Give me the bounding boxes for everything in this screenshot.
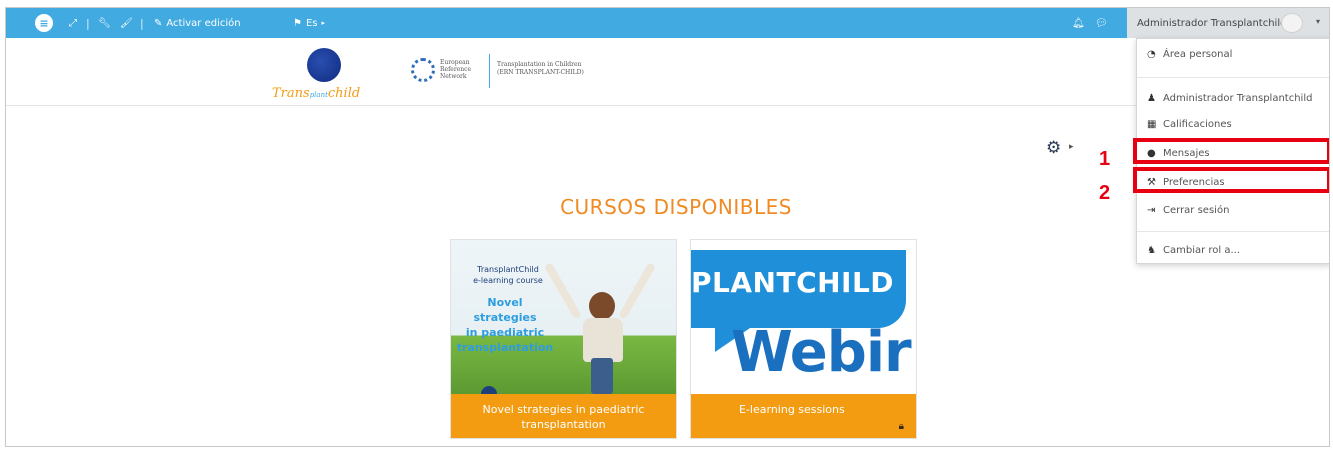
section-title: CURSOS DISPONIBLES: [560, 195, 792, 219]
flag-icon: ⚑: [293, 17, 302, 29]
ern-logo-text: European Reference Network: [440, 59, 472, 80]
annotation-label-1: 1: [1099, 148, 1111, 170]
annotation-box-1: [1133, 138, 1329, 164]
user-menu-button[interactable]: Administrador Transplantchild ▾: [1127, 8, 1329, 38]
edit-mode-label: Activar edición: [166, 17, 241, 29]
menu-item-grades[interactable]: ▦ Calificaciones: [1137, 111, 1329, 137]
annotation-label-2: 2: [1099, 182, 1111, 204]
gear-caret[interactable]: ▸: [1069, 142, 1074, 152]
course-image-word: Webir: [731, 320, 912, 385]
course-image-title: PLANTCHILD: [691, 266, 895, 299]
divider: [1137, 231, 1329, 232]
annotation-box-2: [1133, 167, 1329, 193]
divider: |: [86, 16, 90, 30]
language-label: Es: [305, 17, 318, 29]
dashboard-icon: ◔: [1147, 48, 1156, 60]
chevron-down-icon: ▾: [1315, 17, 1320, 26]
logo-divider: [489, 54, 490, 88]
menu-item-switch-role[interactable]: ♞ Cambiar rol a...: [1137, 237, 1329, 263]
divider: [1137, 77, 1329, 78]
course-image-title: Novel strategies in paediatric transplan…: [456, 296, 554, 354]
course-card[interactable]: PLANTCHILD Webir E-learning sessions 🔒︎: [690, 239, 917, 439]
language-caret: ▸: [321, 19, 326, 27]
table-icon: ▦: [1147, 118, 1157, 130]
menu-toggle-button[interactable]: ≡: [34, 8, 54, 38]
top-navbar: ≡ ⤢ | 🔧︎ 🖌︎ | ✎ Activar edición ⚑ Es ▸ 🔔…: [6, 8, 1329, 38]
bell-icon[interactable]: 🔔︎: [1072, 8, 1085, 38]
logo-wordmark: Transplantchild: [272, 86, 361, 101]
course-image: PLANTCHILD Webir: [691, 240, 916, 394]
course-title-link[interactable]: Novel strategies in paediatric transplan…: [451, 394, 676, 438]
edit-icon: ✎: [154, 17, 163, 29]
user-icon: ♟: [1147, 92, 1156, 104]
language-selector[interactable]: ⚑ Es ▸: [293, 8, 325, 38]
menu-item-dashboard[interactable]: ◔ Área personal: [1137, 41, 1329, 67]
lock-icon: 🔒︎: [898, 421, 904, 432]
course-title-link[interactable]: E-learning sessions 🔒︎: [691, 394, 916, 438]
gear-icon[interactable]: ⚙: [1046, 138, 1061, 158]
brush-icon[interactable]: 🖌︎: [120, 8, 133, 38]
course-image: TransplantChild e-learning course Novel …: [451, 240, 676, 394]
divider: |: [140, 16, 144, 30]
expand-icon[interactable]: ⤢: [69, 8, 77, 38]
hamburger-icon: ≡: [35, 14, 53, 32]
menu-item-profile[interactable]: ♟ Administrador Transplantchild: [1137, 85, 1329, 111]
ern-logo-icon: [411, 58, 435, 82]
site-header: Transplantchild European Reference Netwo…: [6, 38, 1329, 106]
logout-icon: ⇥: [1147, 204, 1156, 216]
browser-frame: ≡ ⤢ | 🔧︎ 🖌︎ | ✎ Activar edición ⚑ Es ▸ 🔔…: [5, 7, 1330, 447]
course-image-subtitle: TransplantChild e-learning course: [473, 265, 543, 285]
edit-mode-button[interactable]: ✎ Activar edición: [154, 8, 241, 38]
menu-item-logout[interactable]: ⇥ Cerrar sesión: [1137, 197, 1329, 223]
globe-icon: [307, 48, 341, 82]
user-name: Administrador Transplantchild: [1137, 17, 1287, 29]
transplantchild-logo[interactable]: Transplantchild: [272, 48, 376, 103]
chat-icon[interactable]: 💬︎: [1095, 8, 1108, 38]
course-card[interactable]: TransplantChild e-learning course Novel …: [450, 239, 677, 439]
user-secret-icon: ♞: [1147, 244, 1156, 256]
wrench-icon[interactable]: 🔧︎: [98, 8, 111, 38]
avatar: [1281, 13, 1303, 33]
network-subtitle: Transplantation in Children (ERN TRANSPL…: [497, 61, 584, 76]
